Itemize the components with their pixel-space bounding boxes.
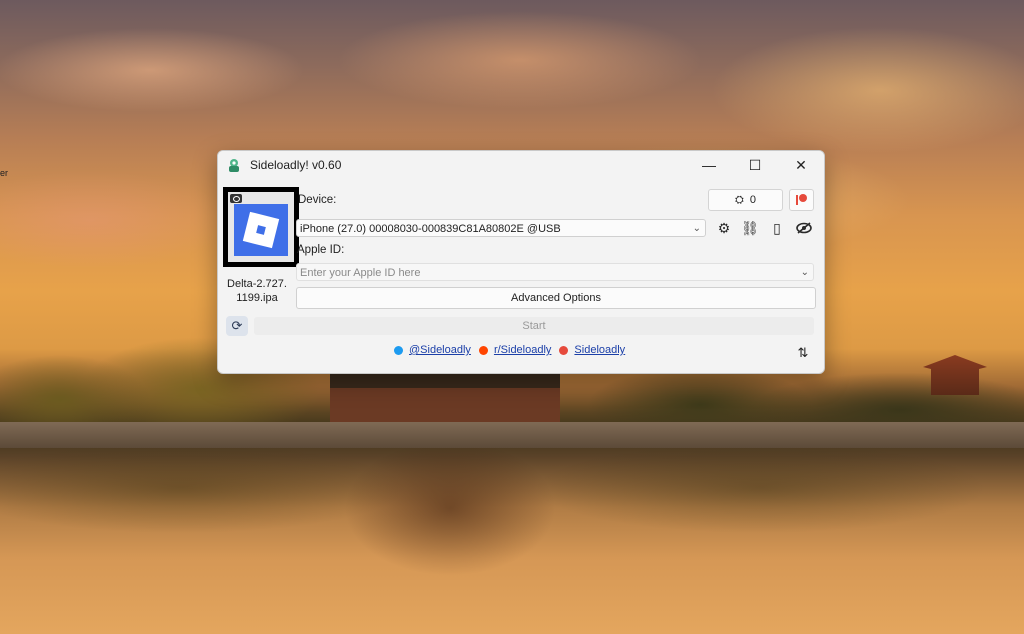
social-links: @Sideloadly r/Sideloadly Sideloadly xyxy=(394,344,625,356)
wallpaper-wall xyxy=(0,422,1024,448)
sideloadly-window: Sideloadly! v0.60 — ☐ ✕ Delta-2.727. 119… xyxy=(217,150,825,374)
start-button[interactable]: Start xyxy=(254,317,814,335)
phone-icon: ▯ xyxy=(773,219,781,236)
apple-id-field[interactable]: Enter your Apple ID here ⌄ xyxy=(296,263,814,281)
minimize-button[interactable]: — xyxy=(686,151,732,179)
device-selected-value: iPhone (27.0) 00008030-000839C81A80802E … xyxy=(300,223,561,235)
users-icon: ⛭ xyxy=(735,193,744,206)
maximize-button[interactable]: ☐ xyxy=(732,151,778,179)
window-title: Sideloadly! v0.60 xyxy=(250,158,342,172)
device-label: Device: xyxy=(298,194,337,206)
close-icon: ✕ xyxy=(795,156,807,173)
device-select[interactable]: iPhone (27.0) 00008030-000839C81A80802E … xyxy=(296,219,706,237)
device-counter-button[interactable]: ⛭ 0 xyxy=(708,189,783,211)
gear-icon: ⚙ xyxy=(717,219,731,236)
wallpaper-reflection xyxy=(0,448,1024,634)
device-info-button[interactable]: ▯ xyxy=(767,219,787,237)
sort-icon: ⇅ xyxy=(797,345,809,360)
roblox-logo-icon xyxy=(242,211,280,249)
refresh-icon: ⟳ xyxy=(231,318,243,333)
minimize-icon: — xyxy=(702,157,716,173)
settings-button[interactable]: ⚙ xyxy=(714,219,734,237)
apple-id-label: Apple ID: xyxy=(297,244,345,256)
camera-icon xyxy=(230,194,242,203)
ipa-app-icon xyxy=(234,204,288,256)
maximize-icon: ☐ xyxy=(748,156,762,173)
twitter-link[interactable]: @Sideloadly xyxy=(409,344,471,356)
device-counter-value: 0 xyxy=(749,194,756,206)
advanced-options-button[interactable]: Advanced Options xyxy=(296,287,816,309)
reddit-link[interactable]: r/Sideloadly xyxy=(494,344,551,356)
title-bar[interactable]: Sideloadly! v0.60 — ☐ ✕ xyxy=(218,151,824,179)
chevron-down-icon: ⌄ xyxy=(800,267,809,278)
hide-button[interactable] xyxy=(794,219,814,237)
patreon-link[interactable]: Sideloadly xyxy=(574,344,625,356)
chevron-down-icon: ⌄ xyxy=(692,223,701,234)
refresh-button[interactable]: ⟳ xyxy=(226,316,248,336)
patreon-button[interactable] xyxy=(789,189,814,211)
ipa-drop-zone[interactable] xyxy=(223,187,299,267)
patreon-icon-dot xyxy=(799,194,807,202)
sideloadly-app-icon xyxy=(229,159,239,172)
wallpaper-pavilion xyxy=(923,355,987,395)
patreon-link-icon xyxy=(559,345,569,355)
wallpaper-building xyxy=(330,372,560,422)
link-icon: ⛓ xyxy=(741,219,759,236)
sort-button[interactable]: ⇅ xyxy=(792,343,814,363)
desktop-edge-label[interactable]: er xyxy=(0,168,8,178)
link-button[interactable]: ⛓ xyxy=(740,219,760,237)
patreon-icon xyxy=(796,195,798,205)
ipa-file-name: Delta-2.727. 1199.ipa xyxy=(227,278,287,304)
apple-id-placeholder: Enter your Apple ID here xyxy=(300,267,421,279)
twitter-icon xyxy=(394,345,403,355)
eye-slash-icon xyxy=(796,222,812,234)
reddit-icon xyxy=(478,345,488,355)
close-button[interactable]: ✕ xyxy=(778,151,824,179)
